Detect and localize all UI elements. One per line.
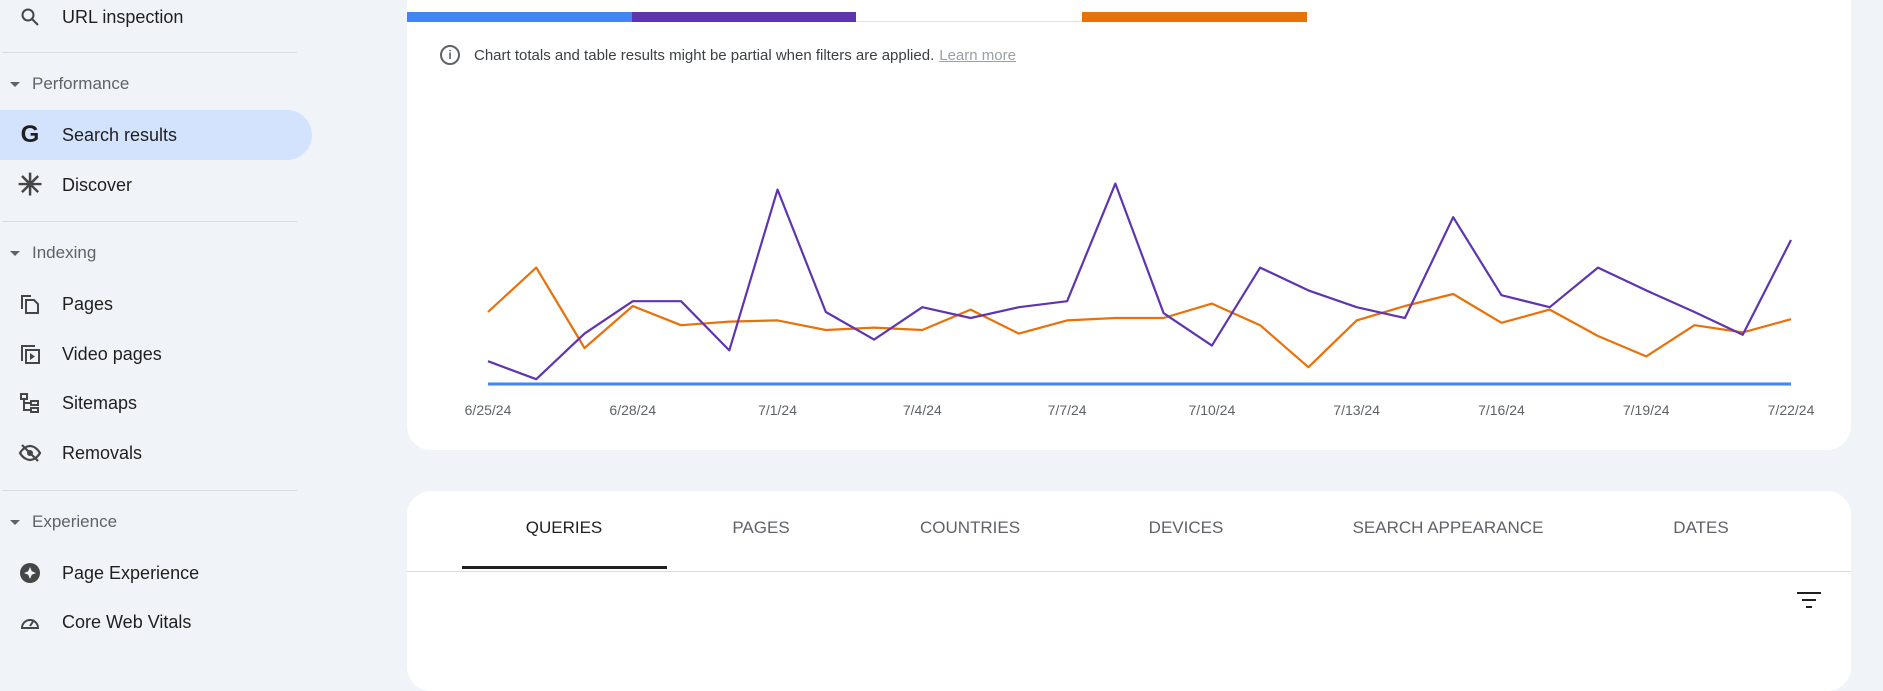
tab-dates[interactable]: DATES xyxy=(1673,518,1728,538)
active-tab-indicator xyxy=(462,566,667,569)
performance-chart: 6/25/24 6/28/24 7/1/24 7/4/24 7/7/24 7/10/24 7… xyxy=(465,182,1815,418)
tab-pages[interactable]: PAGES xyxy=(732,518,789,538)
sidebar-item-page-experience[interactable]: Page Experience xyxy=(0,548,312,598)
x-tick-label: 7/1/24 xyxy=(758,402,797,418)
x-tick-label: 6/28/24 xyxy=(609,402,656,418)
tab-search-appearance[interactable]: SEARCH APPEARANCE xyxy=(1353,518,1544,538)
sidebar-item-label: Page Experience xyxy=(62,562,200,583)
sidebar-item-core-web-vitals[interactable]: Core Web Vitals xyxy=(0,597,312,647)
x-tick-label: 7/19/24 xyxy=(1623,402,1670,418)
filter-icon[interactable] xyxy=(1796,590,1822,610)
x-tick-label: 7/10/24 xyxy=(1189,402,1236,418)
section-title: Experience xyxy=(32,512,118,531)
x-tick-label: 6/25/24 xyxy=(465,402,512,418)
sidebar-item-label: Core Web Vitals xyxy=(62,611,192,632)
x-tick-label: 7/7/24 xyxy=(1048,402,1087,418)
tab-countries[interactable]: COUNTRIES xyxy=(920,518,1020,538)
x-tick-label: 7/22/24 xyxy=(1768,402,1815,418)
caret-down-icon xyxy=(10,519,20,525)
x-tick-label: 7/4/24 xyxy=(903,402,942,418)
x-tick-label: 7/16/24 xyxy=(1478,402,1525,418)
speedometer-icon xyxy=(18,610,42,634)
tab-devices[interactable]: DEVICES xyxy=(1149,518,1224,538)
table-card xyxy=(407,491,1851,691)
series-line-1 xyxy=(487,182,1792,381)
x-tick-label: 7/13/24 xyxy=(1333,402,1380,418)
tab-queries[interactable]: QUERIES xyxy=(526,518,603,538)
series-line-2 xyxy=(487,266,1792,369)
divider xyxy=(407,571,1851,572)
divider xyxy=(2,490,297,491)
page-experience-icon xyxy=(18,561,42,585)
